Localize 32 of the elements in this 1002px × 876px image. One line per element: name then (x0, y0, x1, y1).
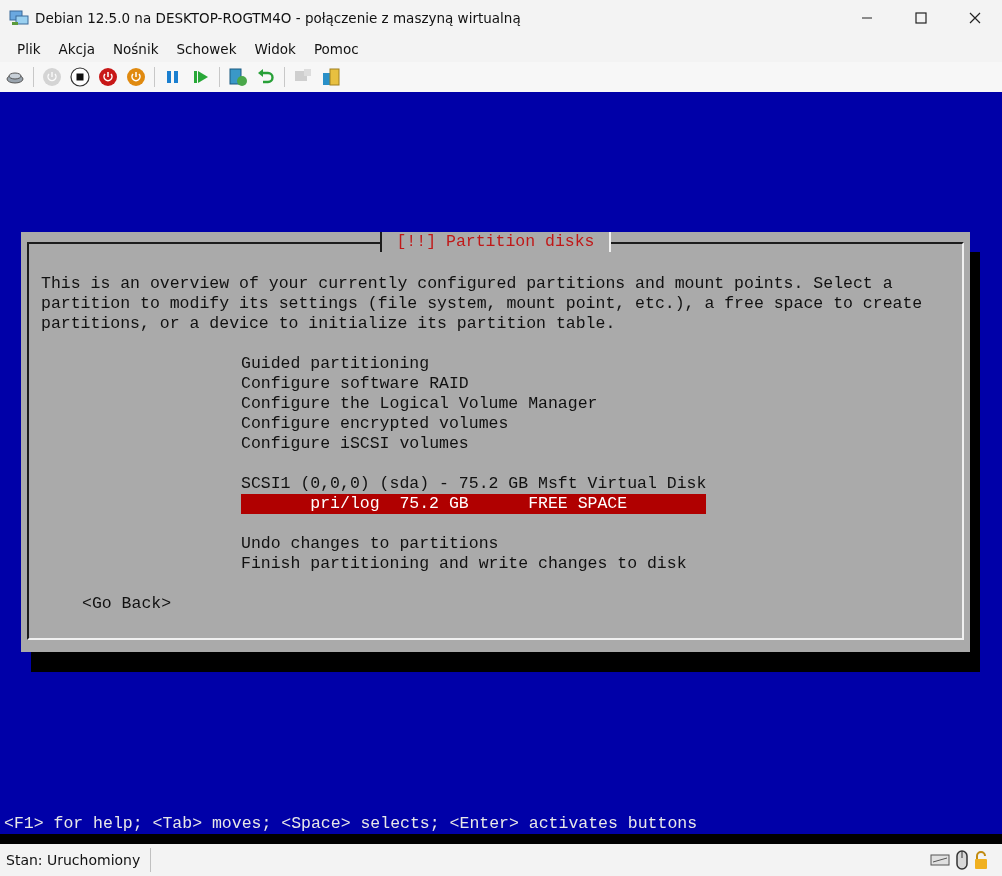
folder-icon[interactable] (321, 67, 341, 87)
menu-option[interactable]: Configure iSCSI volumes (241, 434, 707, 454)
status-text: Stan: Uruchomiony (6, 852, 141, 868)
menu-option[interactable]: Finish partitioning and write changes to disk (241, 554, 707, 574)
stop-icon[interactable] (70, 67, 90, 87)
close-icon (969, 11, 981, 24)
keyboard-icon (930, 853, 950, 867)
menu-item[interactable]: Akcja (49, 40, 104, 57)
help-line: <F1> for help; <Tab> moves; <Space> selects; <Enter> activates buttons (3, 814, 699, 834)
menu-item[interactable]: Nośnik (103, 40, 168, 57)
menu-option[interactable]: Guided partitioning (241, 354, 707, 374)
dialog-text: This is an overview of your currently configured partitions and mount points. Select a partition to modify its settings (file system, mount point, etc.), a free space to create partitions, or a device to initialize its partition table. (41, 274, 924, 334)
menu-item[interactable]: Widok (245, 40, 305, 57)
lock-icon (974, 850, 988, 870)
menu-option[interactable]: Configure software RAID (241, 374, 707, 394)
mouse-icon (956, 850, 968, 870)
menu-option[interactable]: Undo changes to partitions (241, 534, 707, 554)
window-title: Debian 12.5.0 na DESKTOP-ROGTM4O - połączenie z maszyną wirtualną (35, 9, 521, 26)
menu-option[interactable]: Configure the Logical Volume Manager (241, 394, 707, 414)
menu-item[interactable]: Plik (8, 40, 50, 57)
power-icon[interactable] (98, 67, 118, 87)
menu-item[interactable]: Pomoc (304, 40, 368, 57)
monitor-icon (9, 9, 29, 26)
menu-item[interactable]: Schowek (167, 40, 246, 57)
maximize-icon (915, 11, 927, 24)
partition-item[interactable]: pri/log 75.2 GB FREE SPACE (241, 494, 707, 514)
power-icon[interactable] (126, 67, 146, 87)
go-back-button[interactable]: <Go Back> (82, 594, 172, 614)
disk-item[interactable]: SCSI1 (0,0,0) (sda) - 75.2 GB Msft Virtual Disk (241, 474, 707, 494)
menu-option[interactable]: Configure encrypted volumes (241, 414, 707, 434)
server-icon[interactable] (228, 67, 248, 87)
dialog-title: [!!] Partition disks (380, 232, 611, 252)
